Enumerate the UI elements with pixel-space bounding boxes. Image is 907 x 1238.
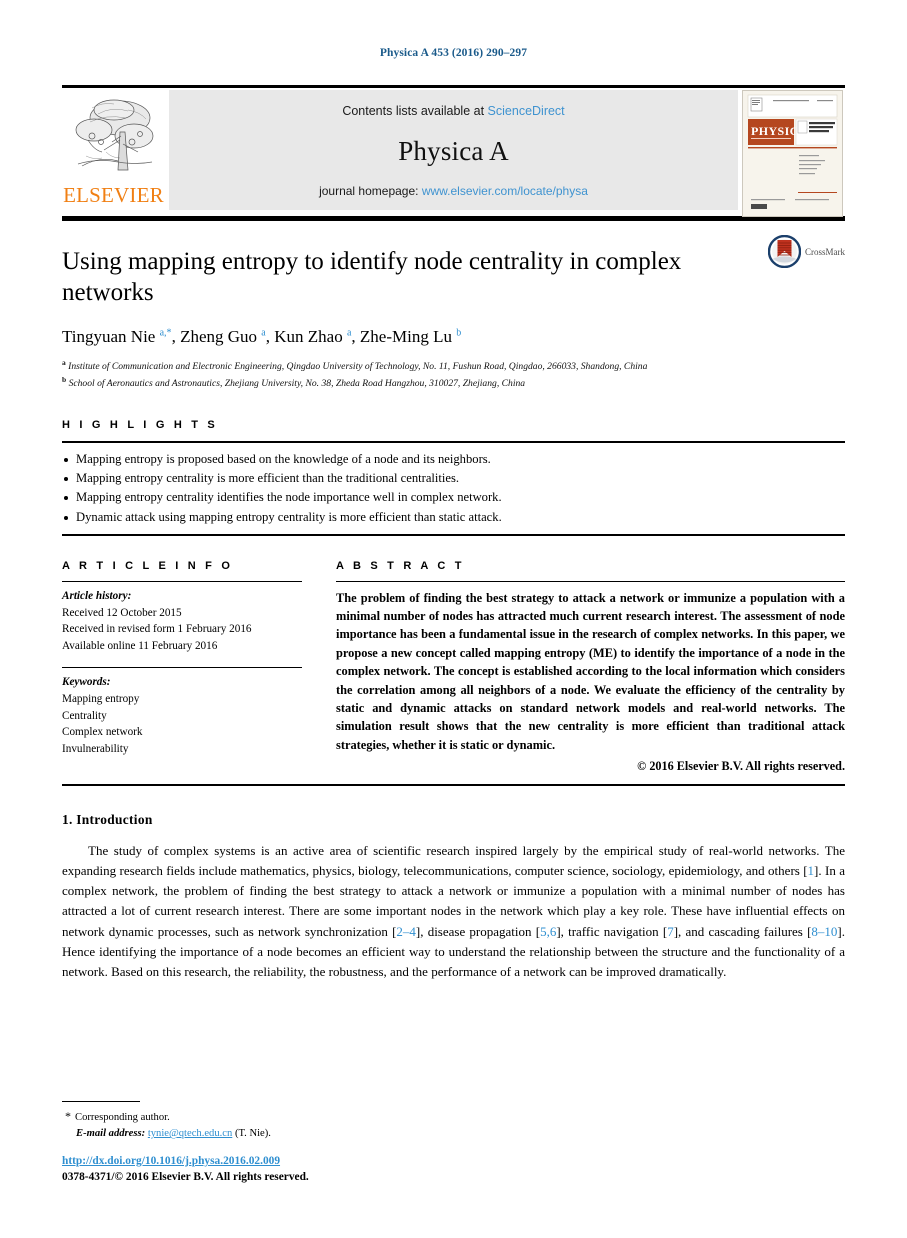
affiliation-item: b School of Aeronautics and Astronautics… [62, 375, 845, 391]
journal-masthead: ELSEVIER Contents lists available at Sci… [62, 90, 845, 217]
asterisk-icon: * [65, 1109, 71, 1124]
elsevier-wordmark: ELSEVIER [63, 183, 164, 207]
keyword-item: Mapping entropy [62, 692, 140, 705]
abstract-column: A B S T R A C T The problem of finding t… [336, 560, 845, 774]
elsevier-tree-icon [75, 99, 153, 171]
article-history-block: Article history: Received 12 October 201… [62, 582, 302, 655]
contents-prefix: Contents lists available at [342, 104, 485, 118]
affiliation-item: a Institute of Communication and Electro… [62, 358, 845, 374]
history-item: Received in revised form 1 February 2016 [62, 623, 252, 636]
keywords-label: Keywords: [62, 675, 111, 688]
title-area: CrossMark Using mapping entropy to ident… [62, 221, 845, 391]
paper-page: Physica A 453 (2016) 290–297 ELSEVIER Co… [0, 0, 907, 1238]
history-item: Received 12 October 2015 [62, 606, 182, 619]
affiliation-marker: b [62, 375, 67, 385]
highlights-heading: H I G H L I G H T S [62, 419, 218, 432]
crossmark-badge[interactable]: CrossMark [768, 235, 845, 268]
introduction-heading: 1. Introduction [62, 811, 153, 827]
journal-band: Contents lists available at ScienceDirec… [169, 90, 738, 210]
journal-title: Physica A [398, 135, 509, 166]
corresponding-author-note: * Corresponding author. E-mail address: t… [62, 1107, 845, 1142]
highlights-bottom-rule [62, 533, 845, 536]
keyword-item: Invulnerability [62, 743, 129, 756]
list-item: Dynamic attack using mapping entropy cen… [62, 508, 845, 527]
email-suffix: (T. Nie). [234, 1128, 271, 1140]
email-link[interactable]: tynie@qtech.edu.cn [148, 1128, 232, 1139]
info-abstract-row: A R T I C L E I N F O Article history: R… [62, 560, 845, 774]
abstract-text: The problem of finding the best strategy… [336, 590, 845, 752]
journal-cover-thumbnail: PHYSICA [742, 90, 843, 217]
list-item: Mapping entropy centrality is more effic… [62, 469, 845, 488]
doi-link[interactable]: http://dx.doi.org/10.1016/j.physa.2016.0… [62, 1155, 280, 1167]
journal-homepage-link[interactable]: www.elsevier.com/locate/physa [422, 184, 588, 198]
article-info-column: A R T I C L E I N F O Article history: R… [62, 560, 302, 774]
affiliation-marker: a [62, 358, 66, 367]
masthead-top-rule [62, 85, 845, 88]
affiliation-text: Institute of Communication and Electroni… [68, 361, 648, 373]
crossmark-label: CrossMark [805, 246, 845, 257]
highlights-list: Mapping entropy is proposed based on the… [62, 443, 845, 534]
keyword-item: Complex network [62, 726, 143, 739]
page-title: Using mapping entropy to identify node c… [62, 248, 682, 306]
footnote-divider [62, 1101, 140, 1103]
affiliation-list: a Institute of Communication and Electro… [62, 358, 845, 391]
affiliation-text: School of Aeronautics and Astronautics, … [68, 378, 526, 390]
corresponding-author-text: Corresponding author. [75, 1112, 170, 1124]
homepage-prefix: journal homepage: [319, 184, 419, 198]
sciencedirect-link[interactable]: ScienceDirect [488, 104, 565, 118]
abstract-bottom-rule [62, 783, 845, 786]
list-item: Mapping entropy is proposed based on the… [62, 450, 845, 469]
issn-line: 0378-4371/© 2016 Elsevier B.V. All right… [62, 1171, 309, 1184]
keywords-block: Keywords: Mapping entropy Centrality Com… [62, 668, 302, 758]
doi-block: http://dx.doi.org/10.1016/j.physa.2016.0… [62, 1153, 845, 1186]
article-info-heading: A R T I C L E I N F O [62, 559, 234, 572]
keyword-item: Centrality [62, 709, 107, 722]
abstract-copyright: © 2016 Elsevier B.V. All rights reserved… [637, 758, 845, 773]
footnote-area: * Corresponding author. E-mail address: t… [62, 1101, 845, 1186]
journal-cover-block: PHYSICA [742, 90, 845, 217]
contents-line: Contents lists available at ScienceDirec… [342, 104, 564, 118]
running-head: Physica A 453 (2016) 290–297 [379, 47, 528, 59]
email-line: E-mail address: tynie@qtech.edu.cn (T. N… [76, 1126, 845, 1142]
author-list: Tingyuan Nie a,*, Zheng Guo a, Kun Zhao … [62, 327, 462, 346]
list-item: Mapping entropy centrality identifies th… [62, 488, 845, 507]
article-history-label: Article history: [62, 589, 132, 602]
abstract-heading: A B S T R A C T [336, 559, 465, 572]
introduction-paragraph: The study of complex systems is an activ… [62, 842, 845, 979]
highlights-section: H I G H L I G H T S Mapping entropy is p… [62, 419, 845, 536]
elsevier-logo: ELSEVIER [62, 90, 165, 210]
crossmark-icon [768, 235, 801, 268]
history-item: Available online 11 February 2016 [62, 640, 218, 653]
journal-homepage-line: journal homepage: www.elsevier.com/locat… [319, 184, 588, 198]
email-label: E-mail address: [76, 1128, 146, 1140]
cover-artwork-icon: PHYSICA [743, 91, 842, 216]
introduction-section: 1. Introduction The study of complex sys… [62, 812, 845, 982]
